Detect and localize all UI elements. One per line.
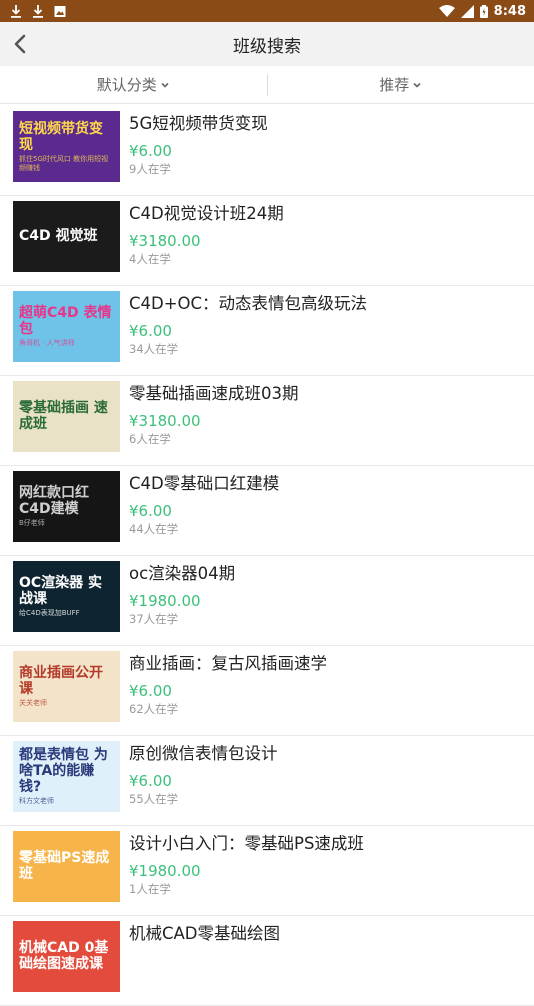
course-title: 设计小白入门：零基础PS速成班 [129,832,526,856]
course-title: C4D视觉设计班24期 [129,202,526,226]
gallery-icon [54,5,66,18]
course-title: 机械CAD零基础绘图 [129,922,526,946]
course-list-item[interactable]: 零基础PS速成班 设计小白入门：零基础PS速成班 ¥1980.00 1人在学 [0,826,534,916]
download-icon [32,5,44,18]
course-title: 5G短视频带货变现 [129,112,526,136]
course-title: C4D零基础口红建模 [129,472,526,496]
page-title: 班级搜索 [233,32,301,57]
course-price: ¥6.00 [129,140,526,162]
course-title: oc渲染器04期 [129,562,526,586]
course-learners: 1人在学 [129,882,526,896]
filter-sort-label: 推荐 [379,74,409,95]
filter-category-dropdown[interactable]: 默认分类 [0,74,267,95]
course-price: ¥6.00 [129,320,526,342]
course-list: 短视频带货变现 抓住5G时代风口 教你用短视频赚钱 5G短视频带货变现 ¥6.0… [0,106,534,1006]
course-learners: 44人在学 [129,522,526,536]
chevron-down-icon [412,80,422,90]
course-list-item[interactable]: 网红款口红 C4D建模 B仔老师 C4D零基础口红建模 ¥6.00 44人在学 [0,466,534,556]
course-title: 零基础插画速成班03期 [129,382,526,406]
course-thumbnail: 零基础PS速成班 [13,831,120,902]
course-list-item[interactable]: 超萌C4D 表情包 角哥机 · 人气讲师 C4D+OC：动态表情包高级玩法 ¥6… [0,286,534,376]
signal-icon [461,5,474,18]
back-arrow-icon [13,34,27,54]
course-thumbnail: OC渲染器 实战课 给C4D表现加BUFF [13,561,120,632]
course-learners: 62人在学 [129,702,526,716]
course-title: C4D+OC：动态表情包高级玩法 [129,292,526,316]
course-title: 原创微信表情包设计 [129,742,526,766]
clock: 8:48 [494,4,526,19]
course-list-item[interactable]: 短视频带货变现 抓住5G时代风口 教你用短视频赚钱 5G短视频带货变现 ¥6.0… [0,106,534,196]
course-title: 商业插画：复古风插画速学 [129,652,526,676]
course-thumbnail: 机械CAD 0基础绘图速成课 [13,921,120,992]
course-price: ¥6.00 [129,680,526,702]
course-price: ¥1980.00 [129,590,526,612]
course-learners: 6人在学 [129,432,526,446]
course-price: ¥1980.00 [129,860,526,882]
course-learners: 9人在学 [129,162,526,176]
course-learners: 55人在学 [129,792,526,806]
course-price: ¥3180.00 [129,410,526,432]
course-learners: 4人在学 [129,252,526,266]
course-thumbnail: 网红款口红 C4D建模 B仔老师 [13,471,120,542]
course-thumbnail: C4D 视觉班 [13,201,120,272]
course-learners: 34人在学 [129,342,526,356]
course-price: ¥3180.00 [129,230,526,252]
course-list-item[interactable]: C4D 视觉班 C4D视觉设计班24期 ¥3180.00 4人在学 [0,196,534,286]
course-price: ¥6.00 [129,500,526,522]
course-thumbnail: 超萌C4D 表情包 角哥机 · 人气讲师 [13,291,120,362]
course-learners: 37人在学 [129,612,526,626]
app-bar: 班级搜索 [0,22,534,66]
filter-sort-dropdown[interactable]: 推荐 [268,74,534,95]
filter-bar: 默认分类 推荐 [0,66,534,104]
wifi-icon [439,5,455,18]
course-thumbnail: 商业插画公开课 关关老师 [13,651,120,722]
course-list-item[interactable]: 商业插画公开课 关关老师 商业插画：复古风插画速学 ¥6.00 62人在学 [0,646,534,736]
course-list-item[interactable]: 零基础插画 速成班 零基础插画速成班03期 ¥3180.00 6人在学 [0,376,534,466]
course-thumbnail: 零基础插画 速成班 [13,381,120,452]
notification-icons [10,5,66,18]
status-bar: 8:48 [0,0,534,22]
course-thumbnail: 短视频带货变现 抓住5G时代风口 教你用短视频赚钱 [13,111,120,182]
course-list-item[interactable]: OC渲染器 实战课 给C4D表现加BUFF oc渲染器04期 ¥1980.00 … [0,556,534,646]
download-icon [10,5,22,18]
back-button[interactable] [8,30,32,58]
course-price: ¥6.00 [129,770,526,792]
course-list-item[interactable]: 都是表情包 为啥TA的能赚钱? 科方文老师 原创微信表情包设计 ¥6.00 55… [0,736,534,826]
chevron-down-icon [160,80,170,90]
filter-category-label: 默认分类 [97,74,157,95]
battery-icon [480,5,488,18]
course-list-item[interactable]: 机械CAD 0基础绘图速成课 机械CAD零基础绘图 [0,916,534,1006]
course-thumbnail: 都是表情包 为啥TA的能赚钱? 科方文老师 [13,741,120,812]
